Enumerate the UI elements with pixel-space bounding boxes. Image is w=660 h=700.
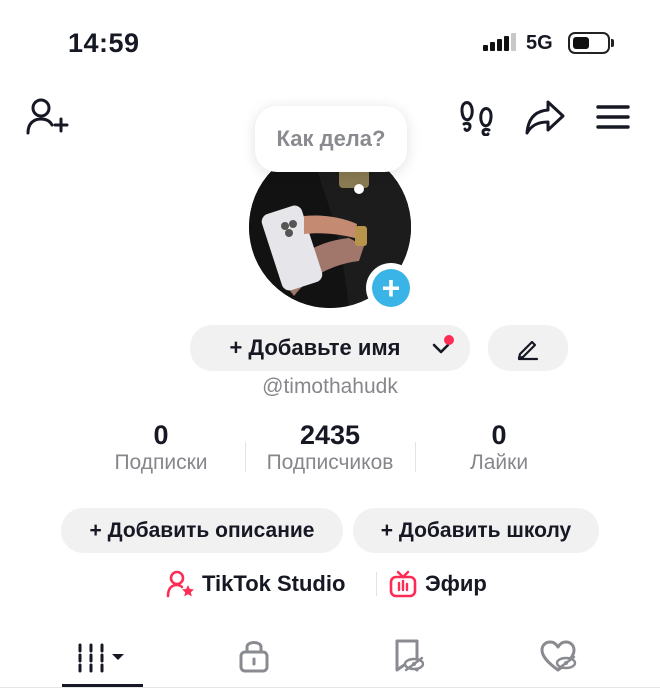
add-name-button[interactable]: + Добавьте имя	[190, 325, 470, 371]
add-friend-button[interactable]	[24, 96, 70, 138]
edit-profile-button[interactable]	[488, 325, 568, 371]
add-school-button[interactable]: + Добавить школу	[353, 508, 599, 553]
battery-tip	[611, 39, 614, 47]
edit-icon	[517, 340, 539, 361]
links-divider	[376, 572, 377, 596]
lock-icon	[239, 641, 269, 673]
share-button[interactable]	[522, 96, 568, 138]
add-photo-button[interactable]: +	[366, 263, 416, 313]
status-bubble[interactable]: Как дела?	[255, 106, 407, 172]
liked-icon	[540, 640, 577, 672]
stat-likes-value: 0	[491, 420, 507, 450]
status-bubble-text: Как дела?	[276, 126, 386, 151]
stat-followers[interactable]: 2435 Подписчиков	[245, 420, 415, 475]
battery-icon	[568, 32, 610, 54]
tiktok-studio-link[interactable]: TikTok Studio	[166, 567, 345, 601]
stat-likes[interactable]: 0 Лайки	[414, 420, 584, 475]
stat-followers-value: 2435	[299, 420, 361, 450]
stat-following[interactable]: 0 Подписки	[76, 420, 246, 475]
chevron-down-icon	[428, 334, 456, 362]
plus-icon: +	[372, 269, 410, 307]
tab-saved[interactable]	[368, 633, 448, 679]
tab-videos[interactable]	[62, 633, 142, 679]
studio-user-icon	[166, 570, 194, 598]
menu-button[interactable]	[592, 96, 634, 138]
status-time: 14:59	[68, 28, 140, 58]
live-link[interactable]: Эфир	[389, 567, 487, 601]
add-description-label: + Добавить описание	[89, 518, 315, 542]
stat-followers-label: Подписчиков	[266, 451, 394, 474]
stat-following-label: Подписки	[114, 451, 208, 474]
live-label: Эфир	[425, 571, 487, 596]
tabs-divider	[0, 687, 660, 688]
tab-private[interactable]	[214, 633, 294, 679]
grid-icon	[78, 643, 124, 673]
bookmark-icon	[395, 639, 425, 672]
network-label: 5G	[526, 32, 553, 54]
add-friend-icon	[26, 98, 69, 135]
add-description-button[interactable]: + Добавить описание	[61, 508, 343, 553]
tiktok-studio-label: TikTok Studio	[202, 571, 346, 596]
live-tv-icon	[389, 570, 417, 598]
profile-views-button[interactable]	[456, 96, 498, 138]
tab-liked[interactable]	[518, 633, 598, 679]
menu-icon	[596, 105, 630, 129]
add-name-label: + Добавьте имя	[229, 335, 401, 360]
share-icon	[525, 100, 565, 135]
signal-icon	[483, 33, 516, 51]
footprints-icon	[460, 101, 493, 136]
stat-following-value: 0	[153, 420, 169, 450]
bubble-tail	[354, 184, 364, 194]
username: @timothahudk	[262, 375, 398, 398]
stat-likes-label: Лайки	[469, 451, 529, 474]
add-school-label: + Добавить школу	[380, 518, 572, 542]
